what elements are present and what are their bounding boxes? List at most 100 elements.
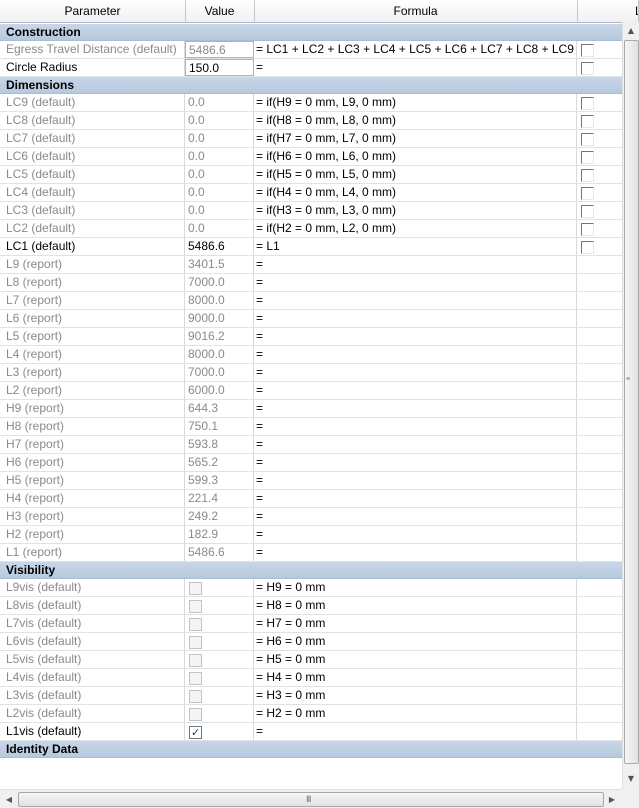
- parameter-row[interactable]: LC3 (default) 0.0 = if(H3 = 0 mm, L3, 0 mm…: [0, 202, 622, 220]
- visibility-checkbox[interactable]: [189, 618, 202, 631]
- visibility-checkbox[interactable]: [189, 690, 202, 703]
- parameter-formula[interactable]: =: [254, 59, 577, 76]
- parameter-row[interactable]: Egress Travel Distance (default) 5486.6 = …: [0, 41, 622, 59]
- parameter-value[interactable]: [185, 633, 254, 650]
- parameter-formula[interactable]: =: [254, 400, 577, 417]
- parameter-row[interactable]: L7 (report) 8000.0 =: [0, 292, 622, 310]
- group-header[interactable]: Identity Data: [0, 741, 622, 758]
- parameter-row[interactable]: H2 (report) 182.9 =: [0, 526, 622, 544]
- parameter-row[interactable]: H6 (report) 565.2 =: [0, 454, 622, 472]
- parameter-formula[interactable]: =: [254, 436, 577, 453]
- lock-checkbox[interactable]: [581, 151, 594, 164]
- parameter-row[interactable]: L8vis (default) = H8 = 0 mm: [0, 597, 622, 615]
- parameter-formula[interactable]: = if(H5 = 0 mm, L5, 0 mm): [254, 166, 577, 183]
- parameter-formula[interactable]: = H4 = 0 mm: [254, 669, 577, 686]
- parameter-row[interactable]: LC9 (default) 0.0 = if(H9 = 0 mm, L9, 0 mm…: [0, 94, 622, 112]
- group-header[interactable]: Construction: [0, 24, 622, 41]
- parameter-row[interactable]: LC8 (default) 0.0 = if(H8 = 0 mm, L8, 0 mm…: [0, 112, 622, 130]
- parameter-row[interactable]: LC5 (default) 0.0 = if(H5 = 0 mm, L5, 0 mm…: [0, 166, 622, 184]
- parameter-value[interactable]: [185, 579, 254, 596]
- parameter-formula[interactable]: =: [254, 328, 577, 345]
- lock-checkbox[interactable]: [581, 44, 594, 57]
- parameter-formula[interactable]: = if(H7 = 0 mm, L7, 0 mm): [254, 130, 577, 147]
- parameter-row[interactable]: L2vis (default) = H2 = 0 mm: [0, 705, 622, 723]
- parameter-value[interactable]: [185, 723, 254, 740]
- parameter-value[interactable]: 0.0: [185, 166, 254, 183]
- parameter-value[interactable]: 0.0: [185, 184, 254, 201]
- parameter-formula[interactable]: =: [254, 723, 577, 740]
- header-parameter[interactable]: Parameter: [0, 0, 186, 22]
- lock-checkbox[interactable]: [581, 241, 594, 254]
- parameter-formula[interactable]: =: [254, 274, 577, 291]
- parameter-row[interactable]: L9vis (default) = H9 = 0 mm: [0, 579, 622, 597]
- parameter-row[interactable]: L3 (report) 7000.0 =: [0, 364, 622, 382]
- parameter-row[interactable]: L7vis (default) = H7 = 0 mm: [0, 615, 622, 633]
- visibility-checkbox[interactable]: [189, 654, 202, 667]
- scroll-down-arrow-icon[interactable]: ▼: [623, 770, 639, 787]
- parameter-value[interactable]: 5486.6: [185, 544, 254, 561]
- parameter-formula[interactable]: = H5 = 0 mm: [254, 651, 577, 668]
- parameter-formula[interactable]: =: [254, 382, 577, 399]
- scroll-left-arrow-icon[interactable]: ◀: [1, 791, 17, 808]
- parameter-row[interactable]: L1 (report) 5486.6 =: [0, 544, 622, 562]
- lock-checkbox[interactable]: [581, 205, 594, 218]
- parameter-formula[interactable]: = if(H9 = 0 mm, L9, 0 mm): [254, 94, 577, 111]
- parameter-value[interactable]: [185, 687, 254, 704]
- horizontal-scrollbar[interactable]: ◀ III ▶: [0, 789, 622, 808]
- parameter-row[interactable]: LC1 (default) 5486.6 = L1: [0, 238, 622, 256]
- parameter-value[interactable]: 6000.0: [185, 382, 254, 399]
- parameter-formula[interactable]: =: [254, 490, 577, 507]
- scroll-right-arrow-icon[interactable]: ▶: [604, 791, 620, 808]
- lock-checkbox[interactable]: [581, 97, 594, 110]
- vertical-scrollbar[interactable]: ▲ ▼ ≡: [622, 22, 639, 789]
- parameter-row[interactable]: H7 (report) 593.8 =: [0, 436, 622, 454]
- parameter-value[interactable]: 0.0: [185, 130, 254, 147]
- parameter-row[interactable]: Circle Radius 150.0 =: [0, 59, 622, 77]
- parameter-row[interactable]: LC4 (default) 0.0 = if(H4 = 0 mm, L4, 0 mm…: [0, 184, 622, 202]
- parameter-formula[interactable]: = L1: [254, 238, 577, 255]
- parameter-value[interactable]: 0.0: [185, 220, 254, 237]
- parameter-formula[interactable]: =: [254, 418, 577, 435]
- parameter-row[interactable]: L4vis (default) = H4 = 0 mm: [0, 669, 622, 687]
- parameter-row[interactable]: H5 (report) 599.3 =: [0, 472, 622, 490]
- parameter-row[interactable]: H4 (report) 221.4 =: [0, 490, 622, 508]
- parameter-value[interactable]: 3401.5: [185, 256, 254, 273]
- lock-checkbox[interactable]: [581, 223, 594, 236]
- lock-checkbox[interactable]: [581, 115, 594, 128]
- parameter-formula[interactable]: = if(H3 = 0 mm, L3, 0 mm): [254, 202, 577, 219]
- visibility-checkbox[interactable]: [189, 672, 202, 685]
- parameter-value[interactable]: 565.2: [185, 454, 254, 471]
- parameter-row[interactable]: L5 (report) 9016.2 =: [0, 328, 622, 346]
- visibility-checkbox[interactable]: [189, 636, 202, 649]
- parameter-formula[interactable]: =: [254, 310, 577, 327]
- lock-checkbox[interactable]: [581, 187, 594, 200]
- parameter-value[interactable]: [185, 597, 254, 614]
- parameter-formula[interactable]: = H8 = 0 mm: [254, 597, 577, 614]
- header-lock[interactable]: Lo: [577, 0, 639, 22]
- parameter-value[interactable]: 0.0: [185, 112, 254, 129]
- parameter-formula[interactable]: = if(H2 = 0 mm, L2, 0 mm): [254, 220, 577, 237]
- parameter-value[interactable]: 644.3: [185, 400, 254, 417]
- parameter-row[interactable]: LC7 (default) 0.0 = if(H7 = 0 mm, L7, 0 mm…: [0, 130, 622, 148]
- parameter-value[interactable]: 150.0: [185, 59, 254, 76]
- parameter-formula[interactable]: = if(H8 = 0 mm, L8, 0 mm): [254, 112, 577, 129]
- group-header[interactable]: Dimensions: [0, 77, 622, 94]
- parameter-row[interactable]: L4 (report) 8000.0 =: [0, 346, 622, 364]
- parameter-value[interactable]: 0.0: [185, 148, 254, 165]
- parameter-row[interactable]: L6 (report) 9000.0 =: [0, 310, 622, 328]
- parameter-value[interactable]: 0.0: [185, 202, 254, 219]
- parameter-row[interactable]: L3vis (default) = H3 = 0 mm: [0, 687, 622, 705]
- parameter-formula[interactable]: =: [254, 526, 577, 543]
- parameter-row[interactable]: L9 (report) 3401.5 =: [0, 256, 622, 274]
- horizontal-scroll-thumb[interactable]: III: [18, 792, 604, 807]
- parameter-formula[interactable]: =: [254, 508, 577, 525]
- parameter-value[interactable]: 9016.2: [185, 328, 254, 345]
- parameter-formula[interactable]: =: [254, 472, 577, 489]
- parameter-value[interactable]: 182.9: [185, 526, 254, 543]
- lock-checkbox[interactable]: [581, 133, 594, 146]
- parameter-formula[interactable]: =: [254, 544, 577, 561]
- parameter-value[interactable]: 0.0: [185, 94, 254, 111]
- group-header[interactable]: Visibility: [0, 562, 622, 579]
- vertical-scroll-thumb[interactable]: [624, 40, 639, 764]
- parameter-value[interactable]: 7000.0: [185, 274, 254, 291]
